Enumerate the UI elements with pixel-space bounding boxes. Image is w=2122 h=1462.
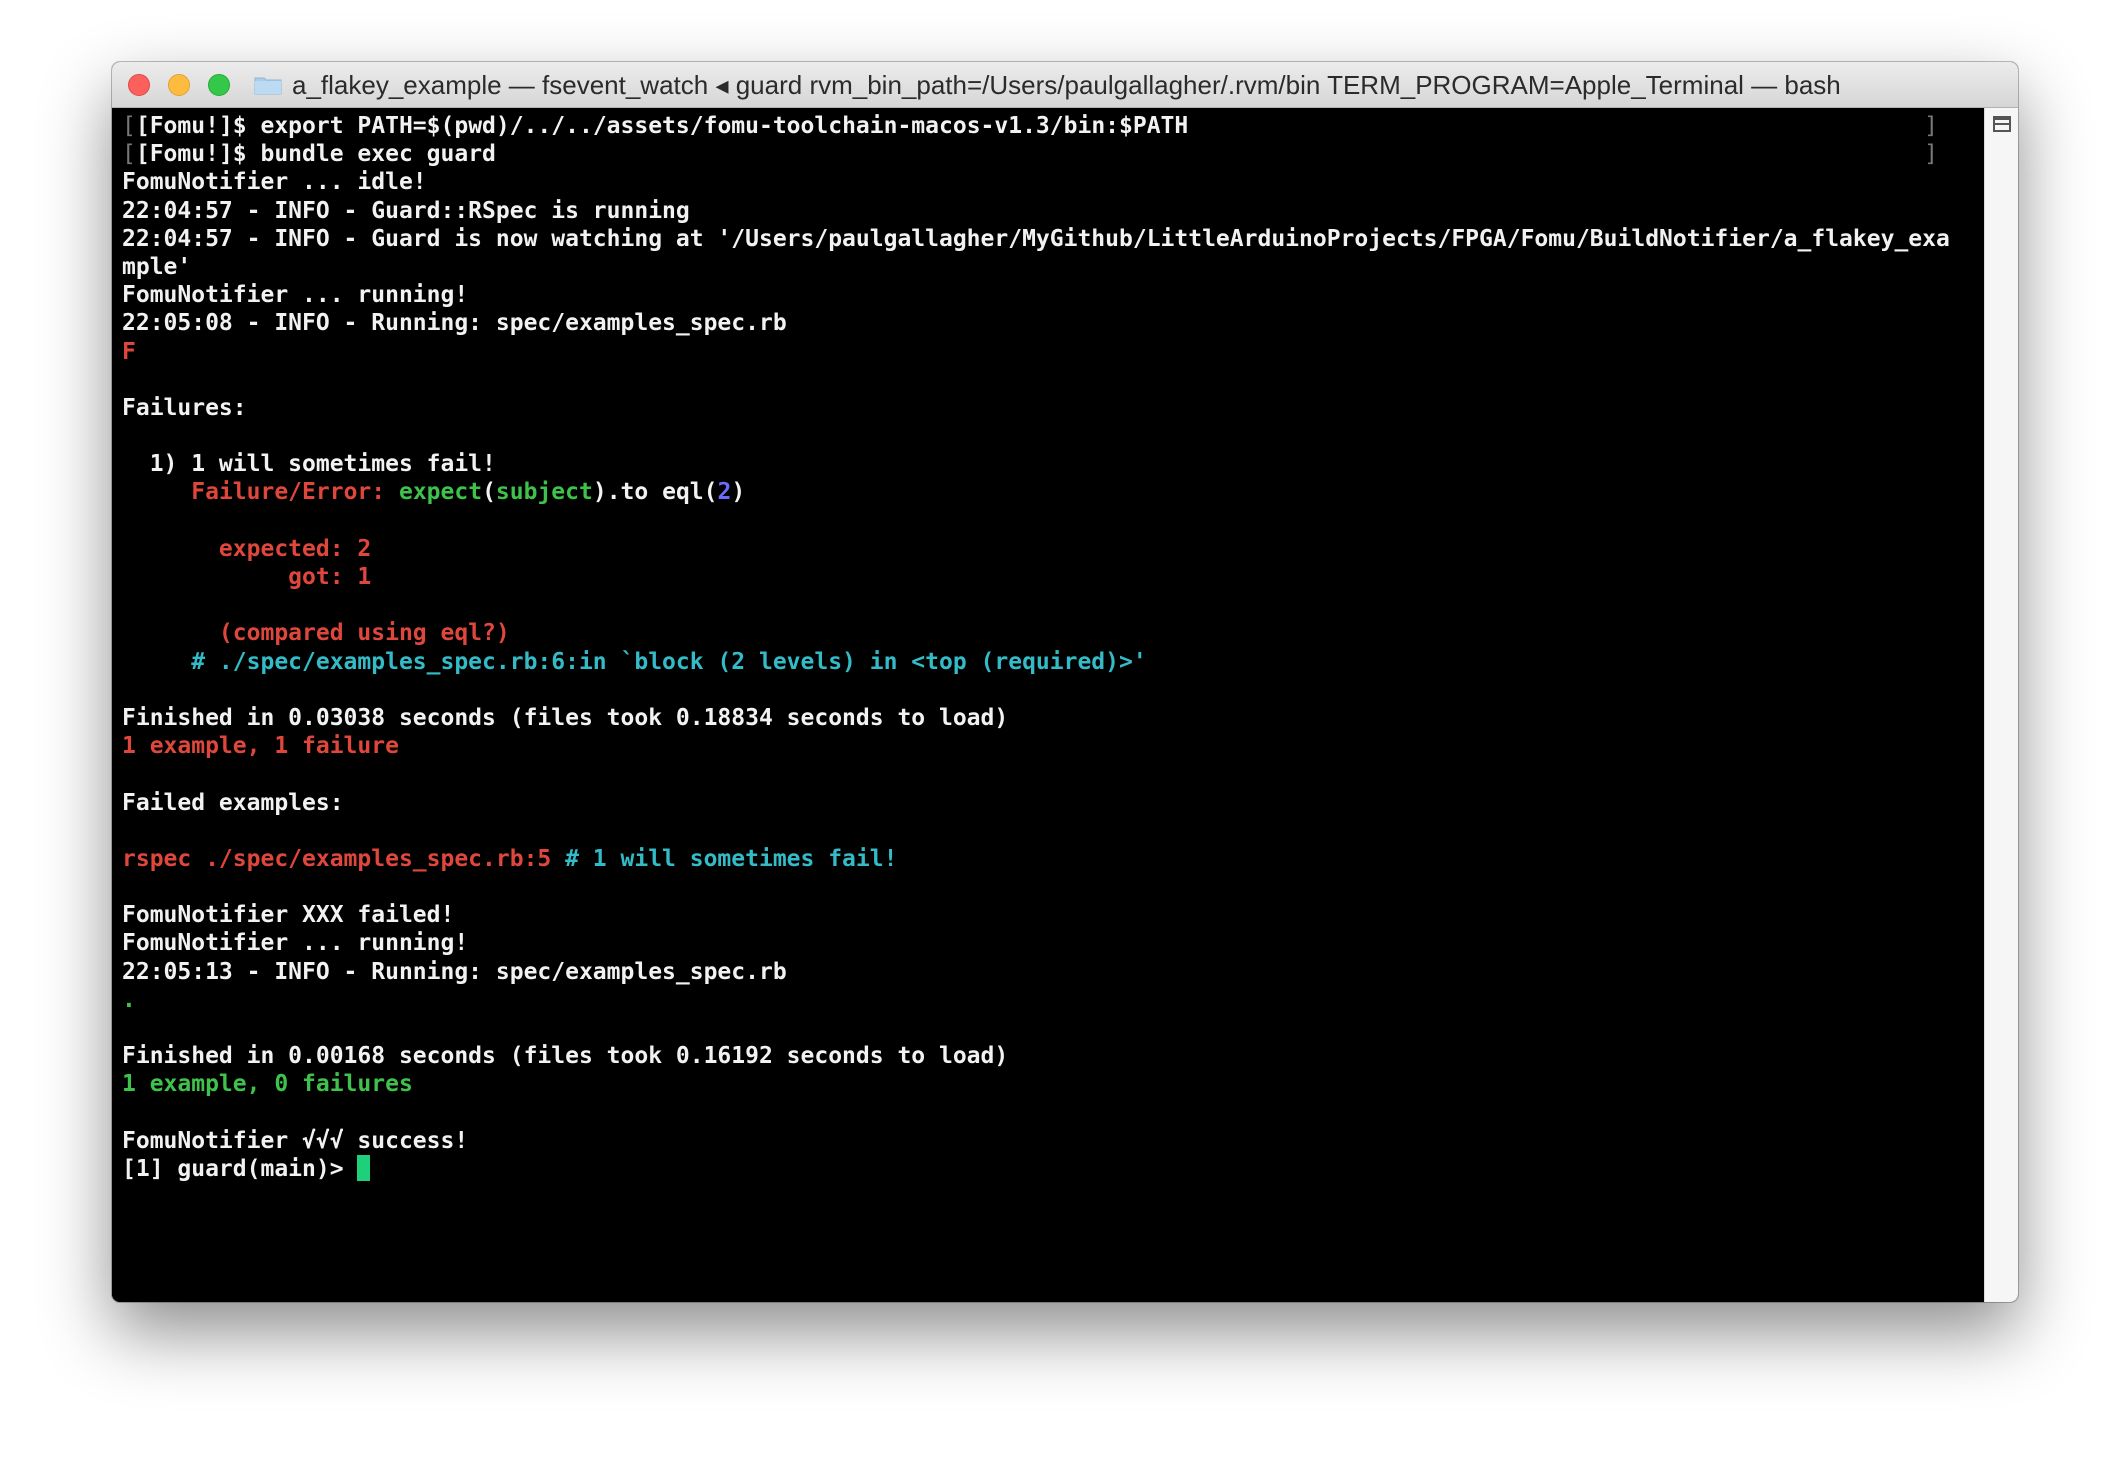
minimize-window-button[interactable] — [168, 74, 190, 96]
terminal-output[interactable]: [[Fomu!]$ export PATH=$(pwd)/../../asset… — [112, 108, 1984, 1302]
terminal-window: a_flakey_example — fsevent_watch ◂ guard… — [112, 62, 2018, 1302]
terminal-line: [[Fomu!]$ export PATH=$(pwd)/../../asset… — [122, 113, 1938, 139]
comparison-note: (compared using eql?) — [122, 620, 510, 647]
failure-error-line: Failure/Error: expect(subject).to eql(2) — [191, 479, 746, 506]
finished-timing: Finished in 0.03038 seconds (files took … — [122, 704, 1009, 731]
terminal-line: [[Fomu!]$ bundle exec guard] — [122, 141, 1938, 168]
test-summary-failed: 1 example, 1 failure — [122, 733, 399, 760]
terminal-line: 22:05:08 - INFO - Running: spec/examples… — [122, 310, 787, 337]
text-cursor — [357, 1154, 371, 1181]
folder-icon — [254, 77, 282, 95]
expected-value: expected: 2 — [122, 535, 372, 562]
test-summary-passed: 1 example, 0 failures — [122, 1071, 413, 1098]
window-title: a_flakey_example — fsevent_watch ◂ guard… — [292, 70, 1841, 100]
test-result-pass-marker: . — [122, 986, 136, 1013]
zoom-window-button[interactable] — [208, 74, 230, 96]
close-window-button[interactable] — [128, 74, 150, 96]
terminal-line: FomuNotifier ... idle! — [122, 169, 427, 196]
terminal-line: mple' — [122, 253, 192, 280]
finished-timing: Finished in 0.00168 seconds (files took … — [122, 1043, 1009, 1070]
terminal-line: 22:04:57 - INFO - Guard is now watching … — [122, 225, 1950, 252]
rerun-command-line: rspec ./spec/examples_spec.rb:5 # 1 will… — [122, 845, 898, 872]
got-value: got: 1 — [122, 564, 372, 590]
terminal-line: 22:05:13 - INFO - Running: spec/examples… — [122, 958, 787, 985]
guard-prompt-line[interactable]: [1] guard(main)> — [122, 1154, 1974, 1183]
backtrace-line: # ./spec/examples_spec.rb:6:in `block (2… — [122, 648, 1147, 675]
failures-heading: Failures: — [122, 394, 247, 421]
terminal-line: FomuNotifier √√√ success! — [122, 1127, 469, 1154]
failure-title: 1) 1 will sometimes fail! — [122, 451, 496, 478]
terminal-line: FomuNotifier XXX failed! — [122, 902, 455, 929]
terminal-line: FomuNotifier ... running! — [122, 282, 469, 309]
terminal-line: FomuNotifier ... running! — [122, 930, 469, 957]
split-pane-icon[interactable] — [1993, 116, 2011, 132]
scrollbar[interactable] — [1984, 108, 2018, 1302]
test-result-fail-marker: F — [122, 338, 136, 365]
title-bar[interactable]: a_flakey_example — fsevent_watch ◂ guard… — [112, 62, 2018, 108]
terminal-line: 22:04:57 - INFO - Guard::RSpec is runnin… — [122, 197, 690, 224]
failed-examples-heading: Failed examples: — [122, 789, 344, 816]
